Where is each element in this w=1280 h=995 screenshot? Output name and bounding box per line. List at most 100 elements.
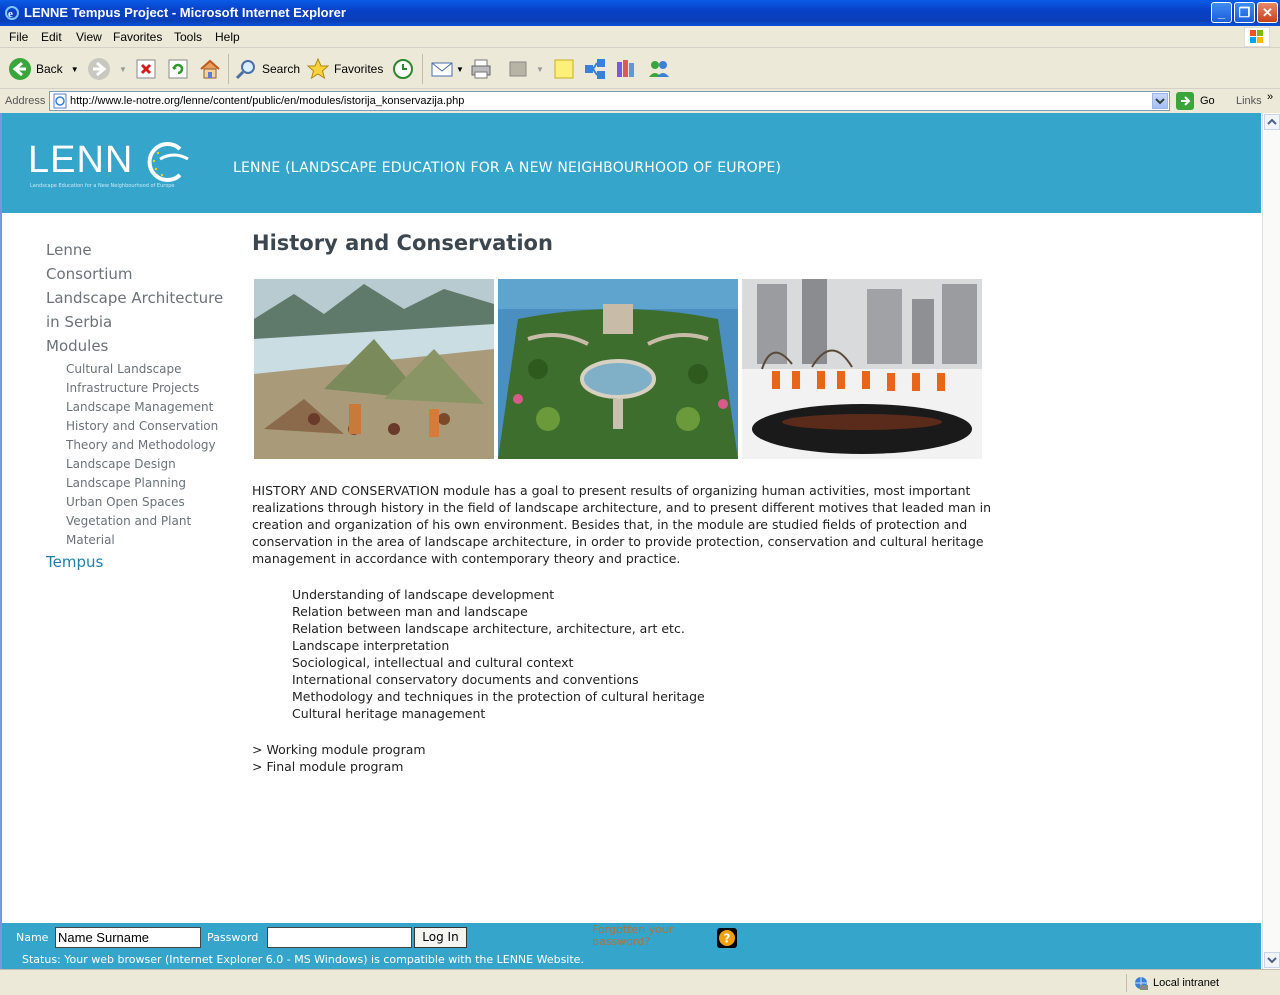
sidebar-item-consortium[interactable]: Consortium [46,264,236,288]
login-button[interactable]: Log In [414,927,467,948]
chevron-down-icon [1267,957,1277,964]
back-button[interactable]: Back ▼ [8,56,79,82]
page-title: History and Conservation [252,231,553,255]
edit-button[interactable]: ▼ [506,56,544,82]
sidebar-item-landscape-planning[interactable]: Landscape Planning [46,474,236,493]
security-zone: Local intranet [1126,974,1219,992]
mail-button[interactable]: ▼ [430,56,464,82]
address-dropdown-button[interactable] [1152,93,1168,109]
note-icon [554,59,574,79]
research-button[interactable] [614,56,638,82]
sidebar-item-landscape-architecture[interactable]: Landscape Architecture [46,288,236,312]
address-bar: Address Go Links » [0,89,1280,113]
sidebar-item-landscape-design[interactable]: Landscape Design [46,455,236,474]
main-content: History and Conservation HISTORY AND CON… [252,231,1012,774]
sidebar-item-cultural-landscape[interactable]: Cultural Landscape [46,360,236,379]
print-button[interactable] [469,56,493,82]
edit-dropdown-icon[interactable]: ▼ [536,65,544,74]
menu-edit[interactable]: Edit [41,30,62,44]
eu-stars-logo-icon [147,142,189,182]
help-icon: ? [719,930,735,946]
sidebar-item-lenne[interactable]: Lenne [46,240,236,264]
mail-dropdown-icon[interactable]: ▼ [456,65,464,74]
scroll-down-button[interactable] [1264,952,1280,968]
books-icon [617,60,634,77]
page-icon [53,93,67,109]
links-chevron-icon[interactable]: » [1267,91,1273,103]
sidebar-item-tempus[interactable]: Tempus [46,552,236,576]
sidebar-item-vegetation-plant[interactable]: Vegetation and Plant [46,512,236,531]
chevron-down-icon [1155,98,1165,105]
zone-label: Local intranet [1153,977,1220,989]
menu-tools[interactable]: Tools [174,30,202,44]
chevron-up-icon [1267,118,1277,125]
home-button[interactable] [198,56,222,82]
share-button[interactable] [583,56,607,82]
sidebar-item-history-conservation[interactable]: History and Conservation [46,417,236,436]
stop-icon [136,59,156,79]
sidebar-item-theory-methodology[interactable]: Theory and Methodology [46,436,236,455]
address-label: Address [5,95,46,107]
messenger-button[interactable] [647,56,671,82]
history-icon [393,59,413,79]
forward-button[interactable]: ▼ [87,56,127,82]
refresh-button[interactable] [166,56,190,82]
star-icon [306,57,330,80]
forward-dropdown-icon[interactable]: ▼ [119,65,127,74]
home-icon [200,59,220,79]
site-header: LENN Landscape Education for a New Neigh… [2,113,1261,213]
browser-viewport: LENN Landscape Education for a New Neigh… [0,113,1280,969]
password-input[interactable] [267,927,412,948]
windows-logo-icon [1244,27,1270,47]
list-item: Landscape interpretation [292,638,450,653]
final-module-program-link[interactable]: > Final module program [252,758,426,775]
network-icon [585,59,605,79]
favorites-button[interactable]: Favorites [306,56,383,82]
stop-button[interactable] [134,56,158,82]
menu-help[interactable]: Help [215,30,240,44]
topics-list: Understanding of landscape development R… [292,586,705,722]
snowy-park-gates-image [742,279,982,459]
header-title: LENNE (LANDSCAPE EDUCATION FOR A NEW NEI… [233,160,782,176]
edit-icon [509,61,527,77]
lenne-logo[interactable]: LENN Landscape Education for a New Neigh… [28,139,189,195]
list-item: Methodology and techniques in the protec… [292,689,705,704]
formal-garden-image [498,279,738,459]
history-button[interactable] [391,56,415,82]
menu-view[interactable]: View [76,30,102,44]
scroll-up-button[interactable] [1264,114,1280,130]
status-bar: Local intranet [0,969,1280,995]
maximize-button[interactable]: ❐ [1234,2,1255,23]
address-input[interactable] [70,94,1140,108]
go-button[interactable]: Go [1176,92,1215,110]
list-item: Relation between landscape architecture,… [292,621,685,636]
minimize-button[interactable]: _ [1211,2,1232,23]
name-input[interactable] [55,927,201,948]
program-links: > Working module program > Final module … [252,741,426,775]
browser-status-text: Status: Your web browser (Internet Explo… [22,953,584,966]
menu-favorites[interactable]: Favorites [113,30,162,44]
printer-icon [471,59,491,79]
sidebar-item-landscape-management[interactable]: Landscape Management [46,398,236,417]
sidebar-item-modules[interactable]: Modules [46,336,236,360]
logo-subtitle: Landscape Education for a New Neighbourh… [30,183,175,189]
back-dropdown-icon[interactable]: ▼ [71,65,79,74]
address-box [49,91,1170,111]
search-button[interactable]: Search [234,56,300,82]
refresh-icon [168,59,188,79]
vertical-scrollbar[interactable] [1262,113,1280,969]
sidebar-item-in-serbia[interactable]: in Serbia [46,312,236,336]
sidebar-item-urban-open-spaces[interactable]: Urban Open Spaces [46,493,236,512]
menu-file[interactable]: File [9,30,28,44]
links-label[interactable]: Links [1236,95,1262,107]
help-button[interactable]: ? [717,928,737,948]
menu-bar: File Edit View Favorites Tools Help [0,26,1280,48]
go-arrow-icon [1176,92,1194,110]
sidebar-item-infrastructure-projects[interactable]: Infrastructure Projects [46,379,236,398]
working-module-program-link[interactable]: > Working module program [252,741,426,758]
close-button[interactable]: ✕ [1257,2,1278,23]
discuss-button[interactable] [552,56,576,82]
forgot-password-link[interactable]: Forgotten your password? [592,924,702,948]
sidebar-item-material[interactable]: Material [46,531,236,550]
list-item: Understanding of landscape development [292,587,555,602]
